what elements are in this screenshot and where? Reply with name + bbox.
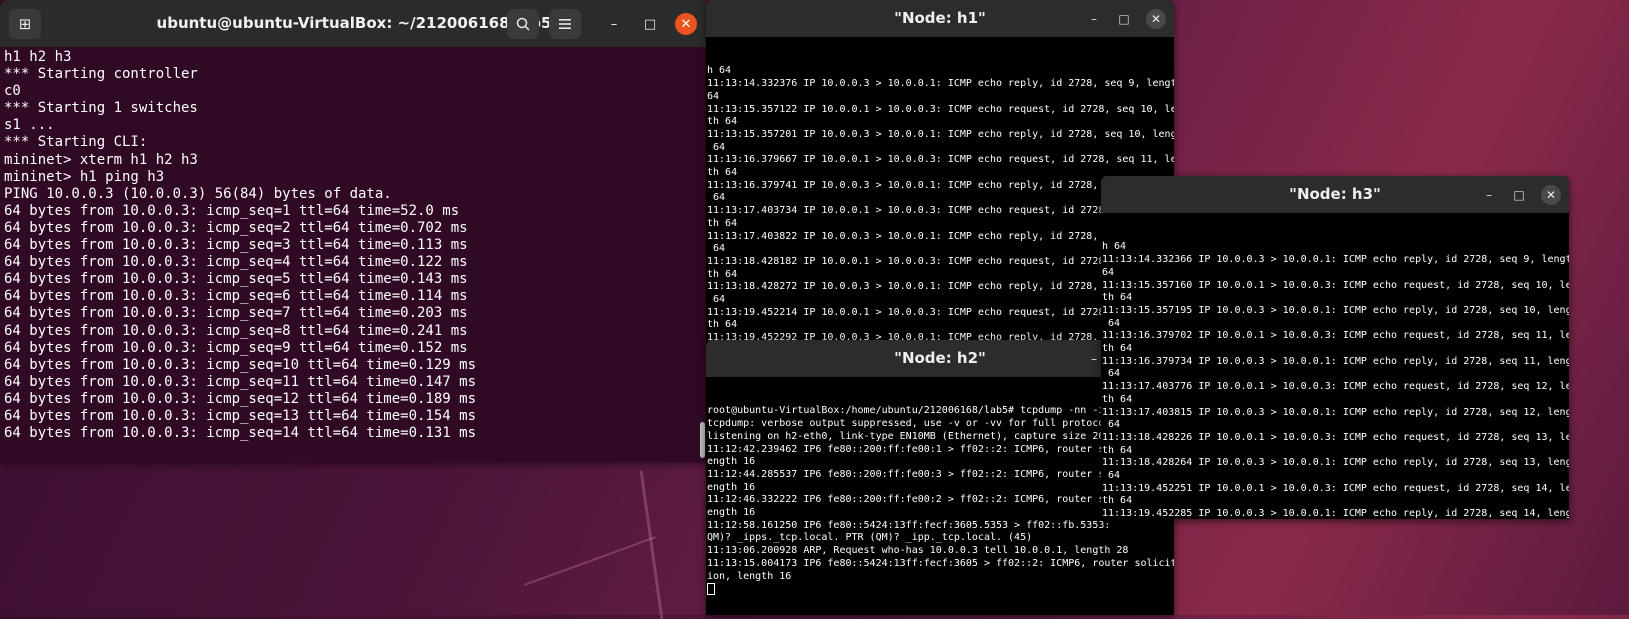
- terminal-line: 11:13:15.357201 IP 10.0.0.3 > 10.0.0.1: …: [707, 129, 1174, 142]
- search-icon[interactable]: [507, 9, 539, 39]
- terminal-line: *** Starting controller: [4, 66, 704, 83]
- wallpaper-line: [524, 536, 656, 586]
- terminal-line: h1 h2 h3: [4, 49, 704, 66]
- terminal-line: 64 bytes from 10.0.0.3: icmp_seq=6 ttl=6…: [4, 288, 704, 305]
- terminal-line: mininet> xterm h1 h2 h3: [4, 152, 704, 169]
- terminal-line: h 64: [1102, 241, 1569, 254]
- terminal-line: mininet> h1 ping h3: [4, 169, 704, 186]
- minimize-icon[interactable]: –: [1084, 9, 1104, 29]
- terminal-line: 64 bytes from 10.0.0.3: icmp_seq=10 ttl=…: [4, 357, 704, 374]
- terminal-line: 11:12:58.161250 IP6 fe80::5424:13ff:fecf…: [707, 520, 1174, 533]
- xterm-h3-output[interactable]: h 6411:13:14.332366 IP 10.0.0.3 > 10.0.0…: [1102, 216, 1569, 519]
- terminal-line: s1 ...: [4, 117, 704, 134]
- terminal-line: c0: [4, 83, 704, 100]
- terminal-line: 64 bytes from 10.0.0.3: icmp_seq=5 ttl=6…: [4, 271, 704, 288]
- terminal-line: 64 bytes from 10.0.0.3: icmp_seq=11 ttl=…: [4, 374, 704, 391]
- terminal-line: th 64: [1102, 343, 1569, 356]
- terminal-line: 11:13:16.379734 IP 10.0.0.3 > 10.0.0.1: …: [1102, 356, 1569, 369]
- terminal-line: 11:13:15.357195 IP 10.0.0.3 > 10.0.0.1: …: [1102, 305, 1569, 318]
- terminal-line: 11:13:17.403815 IP 10.0.0.3 > 10.0.0.1: …: [1102, 407, 1569, 420]
- hamburger-menu-icon[interactable]: [549, 9, 581, 39]
- terminal-line: PING 10.0.0.3 (10.0.0.3) 56(84) bytes of…: [4, 186, 704, 203]
- maximize-icon[interactable]: □: [1114, 9, 1134, 29]
- xterm-node-h3-window[interactable]: "Node: h3" – □ ✕ h 6411:13:14.332366 IP …: [1101, 176, 1569, 519]
- terminal-line: 64 bytes from 10.0.0.3: icmp_seq=13 ttl=…: [4, 408, 704, 425]
- terminal-line: 64: [707, 91, 1174, 104]
- close-icon[interactable]: ✕: [1146, 9, 1166, 29]
- minimize-icon[interactable]: –: [603, 13, 625, 35]
- terminal-line: 11:13:17.403776 IP 10.0.0.1 > 10.0.0.3: …: [1102, 381, 1569, 394]
- window-title: ubuntu@ubuntu-VirtualBox: ~/212006168/la…: [0, 14, 708, 32]
- terminal-line: 11:13:18.428264 IP 10.0.0.3 > 10.0.0.1: …: [1102, 457, 1569, 470]
- terminal-line: 64 bytes from 10.0.0.3: icmp_seq=9 ttl=6…: [4, 340, 704, 357]
- terminal-line: 11:13:16.379667 IP 10.0.0.1 > 10.0.0.3: …: [707, 154, 1174, 167]
- terminal-line: 11:13:19.452285 IP 10.0.0.3 > 10.0.0.1: …: [1102, 508, 1569, 519]
- terminal-line: 64: [1102, 267, 1569, 280]
- terminal-line: 64 bytes from 10.0.0.3: icmp_seq=7 ttl=6…: [4, 305, 704, 322]
- terminal-line: *** Starting CLI:: [4, 134, 704, 151]
- terminal-line: th 64: [1102, 445, 1569, 458]
- close-icon[interactable]: ✕: [1541, 185, 1561, 205]
- maximize-icon[interactable]: □: [639, 13, 661, 35]
- maximize-icon[interactable]: □: [1509, 185, 1529, 205]
- wallpaper-line: [640, 471, 664, 619]
- terminal-line: 64 bytes from 10.0.0.3: icmp_seq=8 ttl=6…: [4, 323, 704, 340]
- terminal-line: *** Starting 1 switches: [4, 100, 704, 117]
- terminal-line: 11:13:18.428226 IP 10.0.0.1 > 10.0.0.3: …: [1102, 432, 1569, 445]
- xterm-h1-header[interactable]: "Node: h1" – □ ✕: [706, 0, 1174, 37]
- terminal-line: ion, length 16: [707, 571, 1174, 584]
- terminal-line: 64 bytes from 10.0.0.3: icmp_seq=3 ttl=6…: [4, 237, 704, 254]
- terminal-line: 64 bytes from 10.0.0.3: icmp_seq=1 ttl=6…: [4, 203, 704, 220]
- terminal-line: 64 bytes from 10.0.0.3: icmp_seq=2 ttl=6…: [4, 220, 704, 237]
- terminal-line: 11:13:15.357160 IP 10.0.0.1 > 10.0.0.3: …: [1102, 280, 1569, 293]
- terminal-line: 64: [707, 142, 1174, 155]
- terminal-line: 64: [1102, 368, 1569, 381]
- main-terminal-window[interactable]: ⊞ ubuntu@ubuntu-VirtualBox: ~/212006168/…: [0, 0, 708, 462]
- minimize-icon[interactable]: –: [1479, 185, 1499, 205]
- scrollbar-thumb[interactable]: [700, 422, 705, 458]
- terminal-line: 64 bytes from 10.0.0.3: icmp_seq=14 ttl=…: [4, 425, 704, 442]
- terminal-line: 11:13:15.004173 IP6 fe80::5424:13ff:fecf…: [707, 558, 1174, 571]
- terminal-line: 11:13:06.200928 ARP, Request who-has 10.…: [707, 545, 1174, 558]
- terminal-line: 11:13:14.332376 IP 10.0.0.3 > 10.0.0.1: …: [707, 78, 1174, 91]
- terminal-line: 11:13:19.452251 IP 10.0.0.1 > 10.0.0.3: …: [1102, 483, 1569, 496]
- xterm-h3-header[interactable]: "Node: h3" – □ ✕: [1101, 176, 1569, 213]
- terminal-line: th 64: [1102, 292, 1569, 305]
- terminal-output[interactable]: h1 h2 h3*** Starting controllerc0*** Sta…: [0, 47, 708, 462]
- terminal-line: 11:13:15.357122 IP 10.0.0.1 > 10.0.0.3: …: [707, 104, 1174, 117]
- close-icon[interactable]: ✕: [675, 13, 697, 35]
- terminal-line: 11:13:14.332366 IP 10.0.0.3 > 10.0.0.1: …: [1102, 254, 1569, 267]
- terminal-line: 11:13:16.379702 IP 10.0.0.1 > 10.0.0.3: …: [1102, 330, 1569, 343]
- new-tab-icon[interactable]: ⊞: [9, 9, 41, 39]
- terminal-line: 64 bytes from 10.0.0.3: icmp_seq=12 ttl=…: [4, 391, 704, 408]
- terminal-line: th 64: [707, 116, 1174, 129]
- terminal-line: 64: [1102, 419, 1569, 432]
- terminal-line: th 64: [1102, 495, 1569, 508]
- terminal-line: 64: [1102, 470, 1569, 483]
- terminal-line: th 64: [1102, 394, 1569, 407]
- terminal-line: 64 bytes from 10.0.0.3: icmp_seq=4 ttl=6…: [4, 254, 704, 271]
- terminal-header-bar[interactable]: ⊞ ubuntu@ubuntu-VirtualBox: ~/212006168/…: [0, 0, 708, 47]
- terminal-line: h 64: [707, 65, 1174, 78]
- terminal-line: QM)? _ipps._tcp.local. PTR (QM)? _ipp._t…: [707, 532, 1174, 545]
- terminal-line: 64: [1102, 318, 1569, 331]
- text-cursor: [707, 583, 715, 595]
